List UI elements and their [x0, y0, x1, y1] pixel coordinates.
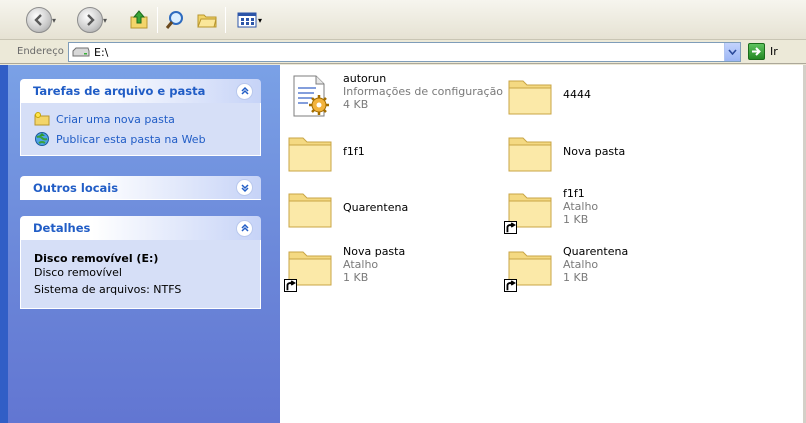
- chevron-down-icon: [728, 49, 737, 55]
- folders-button[interactable]: [194, 6, 220, 34]
- back-button[interactable]: ▾: [26, 6, 56, 34]
- file-type: Informações de configuração: [343, 85, 504, 98]
- shortcut-arrow-icon: [504, 279, 517, 292]
- other-places-box: Outros locais: [20, 176, 261, 200]
- folder-icon: [286, 129, 334, 177]
- file-folder-tasks-title: Tarefas de arquivo e pasta: [33, 84, 206, 98]
- drive-icon: [72, 47, 90, 57]
- details-drive-name: Disco removível (E:): [34, 252, 159, 265]
- details-drive-type: Disco removível: [34, 266, 122, 279]
- address-input[interactable]: E:\: [68, 42, 741, 62]
- address-label: Endereço: [17, 46, 64, 57]
- create-new-folder-label: Criar uma nova pasta: [56, 112, 175, 126]
- file-item-nova-pasta[interactable]: Nova pasta: [506, 129, 625, 177]
- shortcut-arrow-icon: [284, 279, 297, 292]
- other-places-header[interactable]: Outros locais: [20, 176, 261, 200]
- folder-shortcut-icon: [284, 243, 334, 292]
- file-size: 4 KB: [343, 98, 369, 111]
- file-name: f1f1: [343, 145, 365, 158]
- publish-web-icon: [35, 132, 49, 146]
- create-new-folder-link[interactable]: Criar uma nova pasta: [34, 109, 250, 129]
- go-button[interactable]: Ir: [748, 43, 778, 60]
- search-button[interactable]: [162, 6, 188, 34]
- publish-folder-web-label: Publicar esta pasta na Web: [56, 132, 206, 146]
- address-bar: Endereço E:\ Ir: [0, 40, 806, 64]
- file-name: autorun: [343, 72, 387, 85]
- file-type: Atalho: [563, 200, 599, 213]
- up-folder-icon: [130, 10, 148, 29]
- folder-shortcut-icon: [504, 243, 554, 292]
- file-name: f1f1: [563, 187, 585, 200]
- file-name: Nova pasta: [343, 245, 406, 258]
- chevron-down-icon: ▾: [257, 15, 262, 25]
- file-type: Atalho: [343, 258, 379, 271]
- search-icon: [165, 11, 183, 29]
- file-size: 1 KB: [563, 271, 589, 284]
- views-icon: [237, 12, 257, 28]
- toolbar: ▾ ▾ ▾: [0, 0, 806, 40]
- file-item-4444[interactable]: 4444: [506, 72, 591, 120]
- details-header[interactable]: Detalhes: [20, 216, 261, 240]
- new-folder-icon: [34, 112, 50, 126]
- address-value: E:\: [94, 45, 109, 59]
- back-arrow-icon: [26, 7, 52, 33]
- expand-icon[interactable]: [236, 179, 253, 196]
- forward-arrow-icon: [77, 7, 103, 33]
- file-item-quarentena-shortcut[interactable]: Quarentena Atalho 1 KB: [504, 243, 629, 292]
- chevron-down-icon[interactable]: ▾: [52, 16, 56, 25]
- up-button[interactable]: [126, 6, 152, 34]
- toolbar-separator: [225, 7, 226, 33]
- file-folder-tasks-box: Tarefas de arquivo e pasta Criar uma nov…: [20, 79, 261, 156]
- file-item-quarentena[interactable]: Quarentena: [286, 185, 408, 233]
- file-folder-tasks-header[interactable]: Tarefas de arquivo e pasta: [20, 79, 261, 103]
- forward-button[interactable]: ▾: [77, 6, 107, 34]
- collapse-icon[interactable]: [236, 82, 253, 100]
- file-item-nova-pasta-shortcut[interactable]: Nova pasta Atalho 1 KB: [284, 243, 406, 292]
- file-item-f1f1[interactable]: f1f1: [286, 129, 365, 177]
- file-type: Atalho: [563, 258, 599, 271]
- publish-folder-web-link[interactable]: Publicar esta pasta na Web: [34, 129, 250, 149]
- folder-shortcut-icon: [504, 185, 554, 234]
- folder-icon: [506, 129, 554, 177]
- folder-icon: [286, 185, 334, 233]
- go-arrow-icon: [748, 43, 765, 60]
- file-item-autorun[interactable]: autorun Informações de configuração 4 KB: [286, 72, 503, 120]
- toolbar-separator: [157, 7, 158, 33]
- file-list-area[interactable]: autorun Informações de configuração 4 KB…: [280, 65, 806, 423]
- file-name: Quarentena: [563, 245, 629, 258]
- chevron-down-icon[interactable]: ▾: [103, 16, 107, 25]
- details-filesystem: Sistema de arquivos: NTFS: [34, 283, 182, 296]
- file-item-f1f1-shortcut[interactable]: f1f1 Atalho 1 KB: [504, 185, 599, 234]
- file-name: Nova pasta: [563, 145, 626, 158]
- views-button[interactable]: ▾: [231, 6, 267, 34]
- folders-icon: [197, 14, 217, 28]
- go-label: Ir: [770, 45, 778, 58]
- details-title: Detalhes: [33, 221, 91, 235]
- address-dropdown-button[interactable]: [724, 43, 740, 61]
- task-pane-edge: [0, 65, 8, 423]
- folder-icon: [506, 72, 554, 120]
- file-name: 4444: [563, 88, 591, 101]
- details-box: Detalhes Disco removível (E:) Disco remo…: [20, 216, 261, 309]
- file-size: 1 KB: [563, 213, 589, 226]
- file-size: 1 KB: [343, 271, 369, 284]
- file-name: Quarentena: [343, 201, 409, 214]
- shortcut-arrow-icon: [504, 221, 517, 234]
- config-file-icon: [286, 72, 334, 120]
- collapse-icon[interactable]: [236, 219, 253, 237]
- other-places-title: Outros locais: [33, 180, 119, 195]
